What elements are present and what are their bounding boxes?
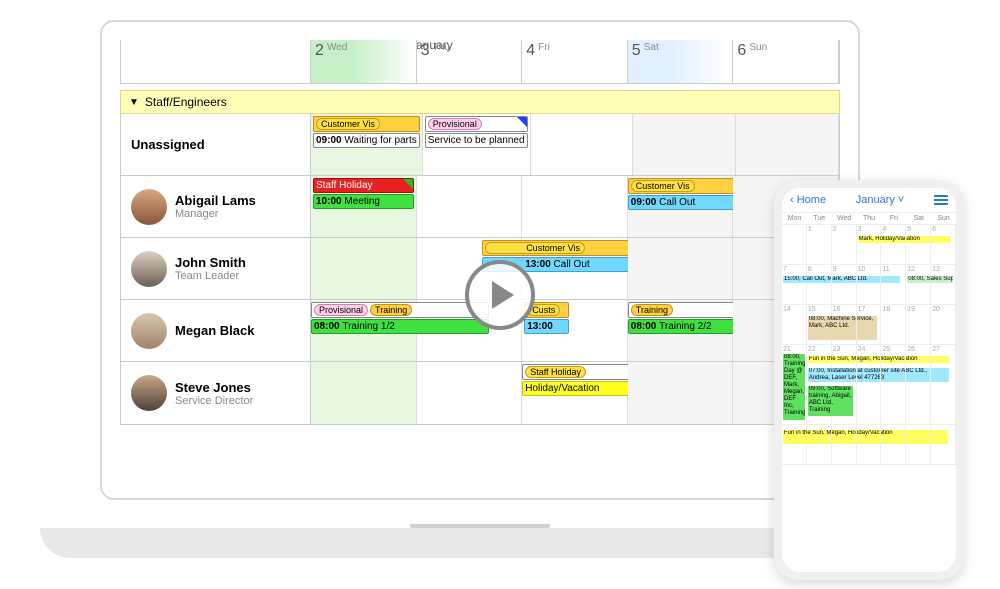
row-unassigned: Unassigned Customer Vis 09:00 Waiting fo… xyxy=(121,114,839,176)
avatar xyxy=(131,189,167,225)
phone-week2: 7 15:00, Call Out, Mark, ABC Ltd. 8 9 10… xyxy=(782,265,956,305)
cell[interactable] xyxy=(522,176,628,237)
row-steve: Steve JonesService Director Staff Holida… xyxy=(121,362,839,424)
cell[interactable] xyxy=(736,114,839,175)
event[interactable]: 10:00 Meeting xyxy=(313,194,414,209)
avatar xyxy=(131,251,167,287)
group-label: Staff/Engineers xyxy=(145,95,227,109)
event[interactable]: Customer Vis xyxy=(313,116,420,132)
resource-steve[interactable]: Steve JonesService Director xyxy=(121,362,311,424)
cell[interactable]: Customer Vis 09:00 Call Out xyxy=(628,176,734,237)
event[interactable]: Service to be planned xyxy=(425,133,528,148)
event[interactable]: 13:00 xyxy=(524,319,569,334)
cell[interactable] xyxy=(417,362,523,424)
phone-day-header: Mon Tue Wed Thu Fri Sat Sun xyxy=(782,213,956,225)
date-col-5[interactable]: 5 Sat xyxy=(628,40,734,83)
event[interactable]: Provisional xyxy=(425,116,528,132)
phone-week1: 1 2 3 Mark, Holiday/Vacation 4 5 6 xyxy=(782,225,956,265)
row-abigail: Abigail LamsManager Staff Holiday 10:00 … xyxy=(121,176,839,238)
phone-title[interactable]: January ˅ xyxy=(856,194,905,206)
phone-event[interactable]: 08:00, Training Day @ DEF, Mark, Megan, … xyxy=(783,354,805,420)
resource-abigail[interactable]: Abigail LamsManager xyxy=(121,176,311,237)
home-link[interactable]: ‹ Home xyxy=(790,194,826,206)
cell[interactable]: Staff Holiday Holiday/Vacation xyxy=(522,362,628,424)
group-header[interactable]: ▼ Staff/Engineers xyxy=(120,90,840,114)
avatar xyxy=(131,375,167,411)
cell[interactable] xyxy=(628,238,734,299)
resource-john[interactable]: John SmithTeam Leader xyxy=(121,238,311,299)
date-col-6[interactable]: 6 Sun xyxy=(733,40,839,83)
resource-unassigned[interactable]: Unassigned xyxy=(121,114,311,175)
phone-week5: Fun in the Sun, Megan, Holiday/Vacation xyxy=(782,425,956,465)
cell[interactable] xyxy=(311,362,417,424)
cell[interactable]: Provisional Service to be planned xyxy=(423,114,531,175)
cell[interactable] xyxy=(633,114,736,175)
menu-icon[interactable] xyxy=(934,195,948,205)
cell[interactable] xyxy=(311,238,417,299)
resource-megan[interactable]: Megan Black xyxy=(121,300,311,361)
date-col-4[interactable]: 4 Fri xyxy=(522,40,628,83)
avatar xyxy=(131,313,167,349)
cell[interactable]: Customer Vis 09:00 Waiting for parts xyxy=(311,114,423,175)
phone-week4: 21 08:00, Training Day @ DEF, Mark, Mega… xyxy=(782,345,956,425)
cell[interactable]: Customer Vis 13:00 Call Out xyxy=(522,238,628,299)
play-button[interactable] xyxy=(465,260,535,330)
date-spacer xyxy=(121,40,311,83)
phone-header: ‹ Home January ˅ xyxy=(782,188,956,213)
phone-week3: 14 15 08:00, Machine Service, Mark, ABC … xyxy=(782,305,956,345)
cell[interactable]: Training 08:00 Training 2/2 xyxy=(628,300,734,361)
laptop-screen: January 2 Wed 3 Thu 4 Fri 5 Sat 6 Sun ▼ … xyxy=(100,20,860,500)
cell[interactable] xyxy=(531,114,634,175)
cell[interactable]: Custs 13:00 xyxy=(522,300,628,361)
cell[interactable] xyxy=(417,176,523,237)
date-col-3[interactable]: 3 Thu xyxy=(417,40,523,83)
collapse-icon: ▼ xyxy=(129,97,139,108)
phone-frame: ‹ Home January ˅ Mon Tue Wed Thu Fri Sat… xyxy=(774,180,964,580)
cell[interactable] xyxy=(628,362,734,424)
cell[interactable]: ProvisionalTraining 08:00 Training 1/2 xyxy=(311,300,417,361)
event[interactable]: Staff Holiday xyxy=(313,178,414,193)
date-col-2[interactable]: 2 Wed xyxy=(311,40,417,83)
event[interactable]: 09:00 Waiting for parts xyxy=(313,133,420,148)
phone-screen: ‹ Home January ˅ Mon Tue Wed Thu Fri Sat… xyxy=(782,188,956,572)
cell[interactable]: Staff Holiday 10:00 Meeting xyxy=(311,176,417,237)
date-header: 2 Wed 3 Thu 4 Fri 5 Sat 6 Sun xyxy=(120,40,840,84)
